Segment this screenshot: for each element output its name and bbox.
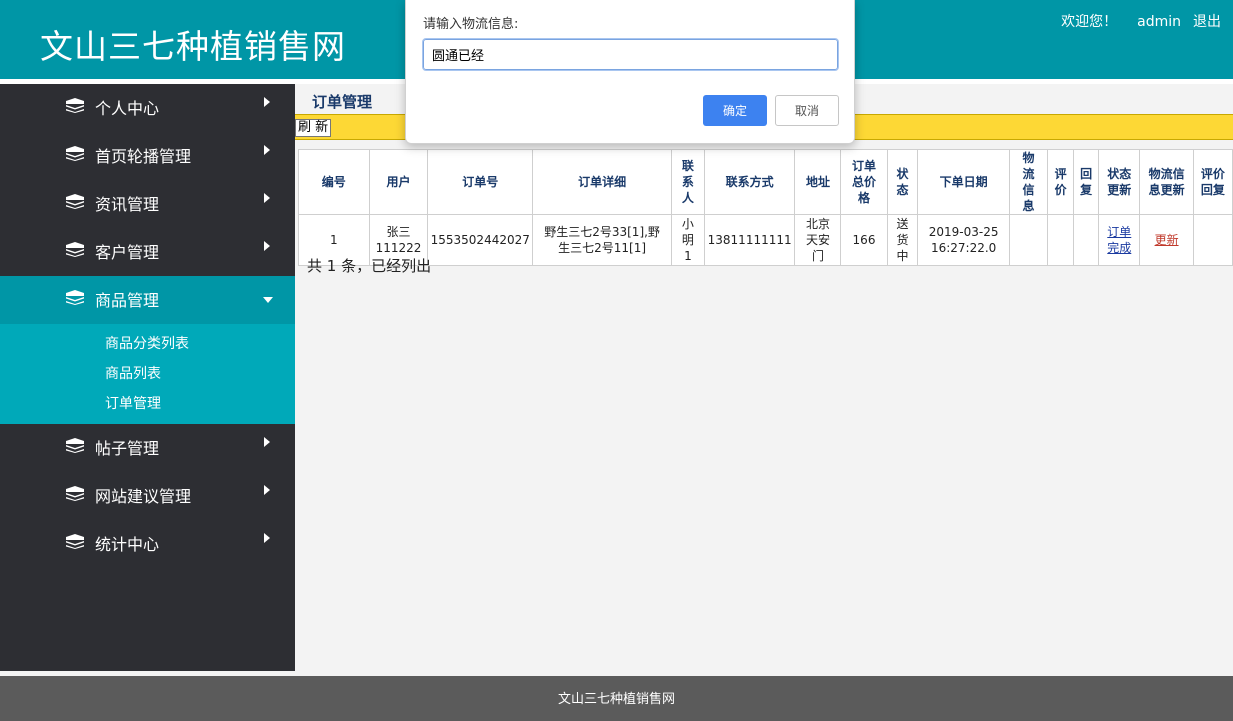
column-header: 联系方式 [703,149,796,215]
column-header: 编号 [298,149,370,215]
chevron-right-icon [264,485,270,495]
cell-total: 166 [840,214,888,266]
column-header: 用户 [368,149,429,215]
sidebar-item-label: 网站建议管理 [95,487,192,506]
sidebar-item-suggestion-management[interactable]: 网站建议管理 [0,472,295,520]
table-row: 1 张三111222 1553502442027 野生三七2号33[1],野生三… [298,214,1233,266]
ok-button[interactable]: 确定 [703,95,767,126]
sidebar-item-personal-center[interactable]: 个人中心 [0,84,295,132]
order-complete-link[interactable]: 订单完成 [1107,225,1131,255]
cell-order-no: 1553502442027 [427,214,534,266]
footer: 文山三七种植销售网 [0,676,1233,721]
stack-icon [66,242,84,257]
column-header: 订单总价格 [840,149,888,215]
column-header: 物流信息 [1008,149,1049,215]
dialog-prompt-text: 请输入物流信息: [423,17,519,32]
stack-icon [66,486,84,501]
product-submenu: 商品分类列表 商品列表 订单管理 [0,324,295,424]
record-summary: 共 1 条，已经列出 [307,257,432,275]
sidebar-item-label: 统计中心 [95,535,160,554]
main-content: 订单管理 刷 新 编号 用户 订单号 订单详细 联系人 联系方式 地址 订单总价… [295,84,1233,676]
site-title: 文山三七种植销售网 [40,27,346,66]
stack-icon [66,290,84,305]
chevron-right-icon [264,533,270,543]
submenu-item-product-list[interactable]: 商品列表 [0,360,295,390]
refresh-button[interactable]: 刷 新 [295,119,332,137]
cell-order-detail: 野生三七2号33[1],野生三七2号11[1] [532,214,673,266]
sidebar-item-label: 商品管理 [95,291,160,310]
column-header: 状态 [886,149,919,215]
column-header: 物流信息更新 [1139,149,1194,215]
logistics-prompt-dialog: 请输入物流信息: 确定 取消 [405,0,855,144]
column-header: 下单日期 [917,149,1010,215]
sidebar-item-label: 帖子管理 [95,439,160,458]
username: admin [1137,14,1181,30]
stack-icon [66,98,84,113]
column-header: 联系人 [671,149,705,215]
page-title: 订单管理 [312,93,373,111]
chevron-right-icon [264,193,270,203]
cell-status: 送货中 [886,214,919,266]
cell-date: 2019-03-25 16:27:22.0 [917,214,1010,266]
column-header: 订单号 [427,149,534,215]
submenu-item-order-management[interactable]: 订单管理 [0,390,295,420]
orders-table: 编号 用户 订单号 订单详细 联系人 联系方式 地址 订单总价格 状态 下单日期… [298,149,1233,266]
stack-icon [66,146,84,161]
cell-review-reply [1192,214,1233,266]
sidebar-item-banner-management[interactable]: 首页轮播管理 [0,132,295,180]
cell-reply [1073,214,1100,266]
chevron-down-icon [263,297,273,303]
submenu-item-category-list[interactable]: 商品分类列表 [0,330,295,360]
column-header: 地址 [794,149,842,215]
chevron-right-icon [264,437,270,447]
sidebar-item-customer-management[interactable]: 客户管理 [0,228,295,276]
footer-text: 文山三七种植销售网 [557,692,675,707]
cell-contact: 小明1 [671,214,705,266]
sidebar-item-news-management[interactable]: 资讯管理 [0,180,295,228]
user-area: 欢迎您！ admin 退出 [1041,11,1221,31]
welcome-text: 欢迎您！ [1061,14,1118,30]
sidebar-item-product-management[interactable]: 商品管理 [0,276,295,324]
cell-review [1047,214,1075,266]
cell-phone: 13811111111 [703,214,796,266]
sidebar: 个人中心 首页轮播管理 资讯管理 客户管理 商品管理 商品分类列表 商品列表 订… [0,84,295,671]
cell-logistics [1008,214,1049,266]
sidebar-item-statistics-center[interactable]: 统计中心 [0,520,295,568]
logistics-input[interactable] [422,38,839,71]
sidebar-item-label: 个人中心 [95,99,160,118]
stack-icon [66,534,84,549]
stack-icon [66,194,84,209]
stack-icon [66,438,84,453]
sidebar-item-label: 首页轮播管理 [95,147,192,166]
sidebar-item-post-management[interactable]: 帖子管理 [0,424,295,472]
logout-link[interactable]: 退出 [1193,14,1221,30]
table-header-row: 编号 用户 订单号 订单详细 联系人 联系方式 地址 订单总价格 状态 下单日期… [298,149,1233,215]
column-header: 评价回复 [1192,149,1233,215]
cancel-button[interactable]: 取消 [775,95,839,126]
column-header: 评价 [1047,149,1075,215]
chevron-right-icon [264,145,270,155]
column-header: 回复 [1073,149,1100,215]
logistics-update-link[interactable]: 更新 [1155,233,1179,247]
cell-address: 北京天安门 [794,214,842,266]
column-header: 状态更新 [1098,149,1141,215]
sidebar-item-label: 客户管理 [95,243,160,262]
chevron-right-icon [264,241,270,251]
sidebar-item-label: 资讯管理 [95,195,160,214]
chevron-right-icon [264,97,270,107]
column-header: 订单详细 [532,149,673,215]
